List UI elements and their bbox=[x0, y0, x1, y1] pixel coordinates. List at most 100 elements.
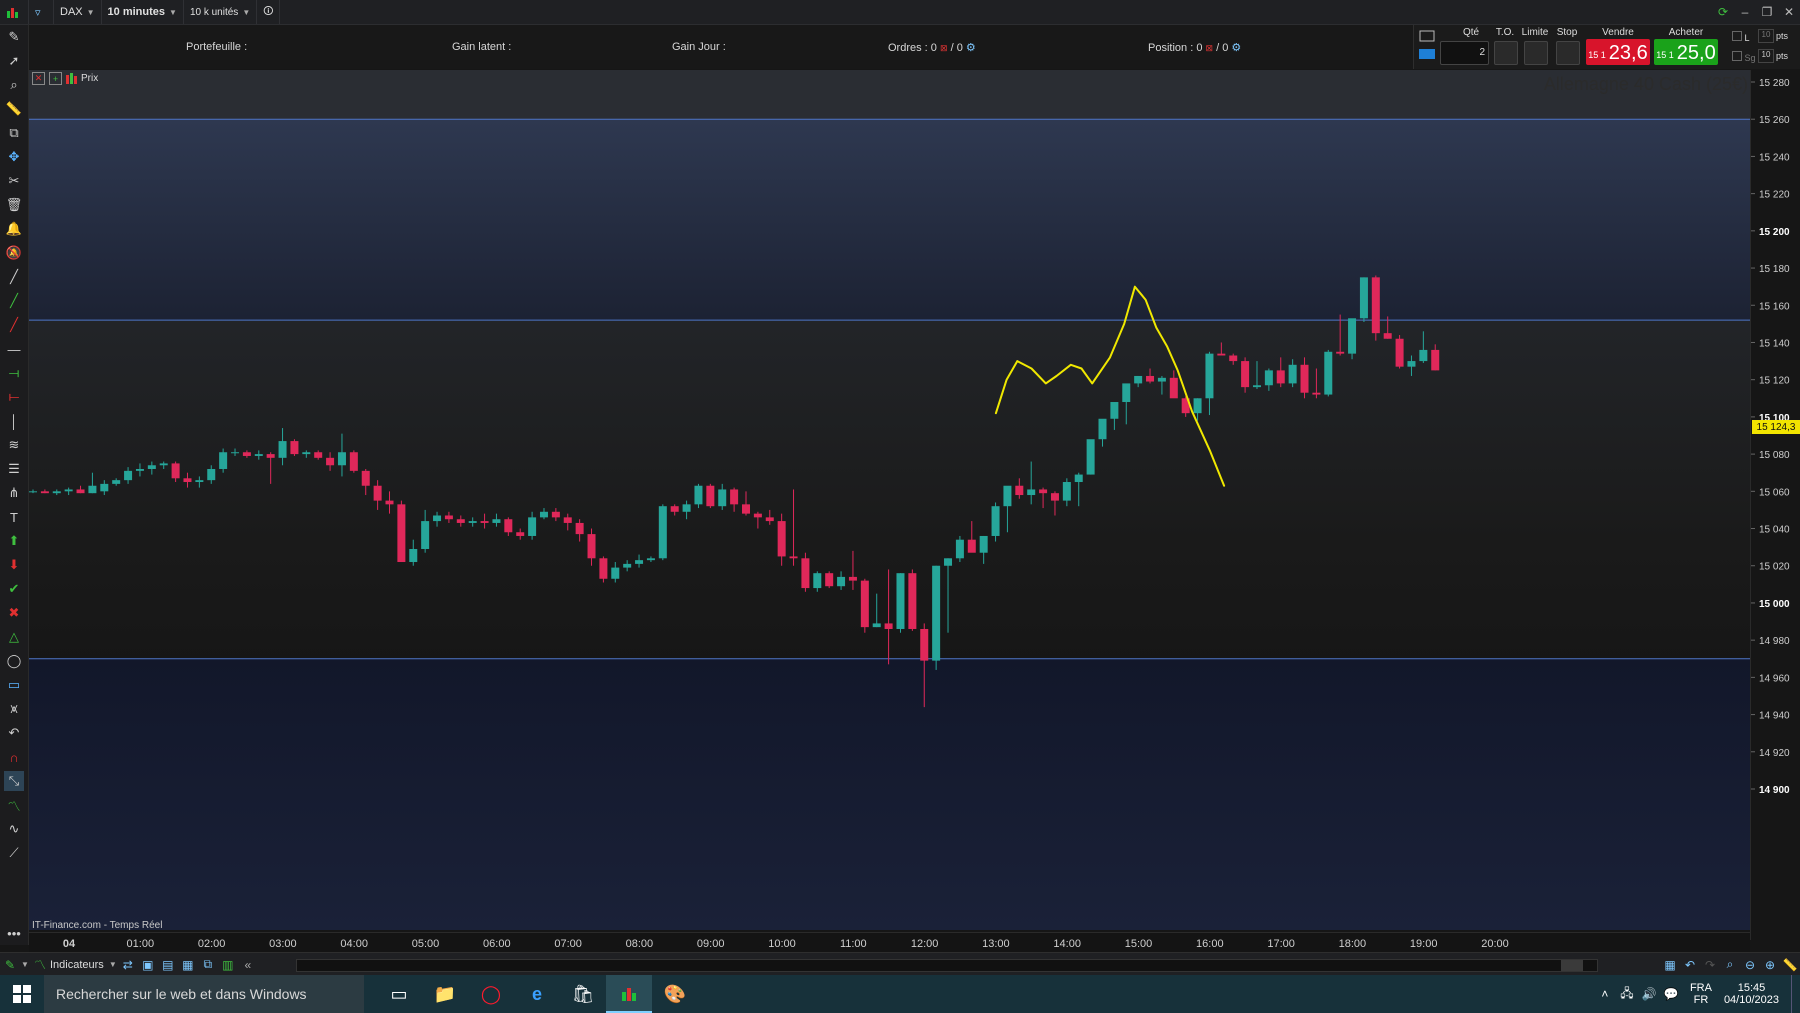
grid-icon[interactable]: ▦ bbox=[178, 955, 198, 975]
price-chart[interactable] bbox=[29, 70, 1750, 930]
redo-icon[interactable]: ↷ bbox=[1700, 955, 1720, 975]
share-icon[interactable]: ⇄ bbox=[118, 955, 138, 975]
stop-guaranteed-checkbox-group[interactable]: Sg bbox=[1732, 51, 1756, 63]
support-line-icon[interactable]: ⟞ bbox=[4, 363, 24, 383]
arrow-down-icon[interactable]: ⬇ bbox=[4, 555, 24, 575]
rectangle-icon[interactable]: ▭ bbox=[4, 675, 24, 695]
calendar-icon[interactable]: ▦ bbox=[1660, 955, 1680, 975]
store-icon[interactable]: 🛍 bbox=[560, 975, 606, 1013]
cursor-magnet-icon[interactable]: ⤡ bbox=[4, 771, 24, 791]
task-view-icon[interactable]: ▭ bbox=[376, 975, 422, 1013]
app-logo-icon[interactable] bbox=[0, 0, 29, 24]
brush-icon[interactable]: ⟋ bbox=[4, 843, 24, 863]
double-chevron-left-icon[interactable]: « bbox=[238, 955, 258, 975]
chart-scrollbar[interactable] bbox=[296, 959, 1598, 972]
red-line-icon[interactable]: ╱ bbox=[4, 315, 24, 335]
window-icon[interactable]: ⧉ bbox=[198, 955, 218, 975]
green-line-icon[interactable]: ╱ bbox=[4, 291, 24, 311]
time-axis[interactable]: 0401:0002:0003:0004:0005:0006:0007:0008:… bbox=[29, 932, 1750, 953]
table-icon[interactable]: ▤ bbox=[158, 955, 178, 975]
volume-icon[interactable]: 🔊 bbox=[1638, 987, 1660, 1001]
triangle-icon[interactable]: △ bbox=[4, 627, 24, 647]
wave-icon[interactable]: ∿ bbox=[4, 819, 24, 839]
minimize-icon[interactable]: – bbox=[1734, 5, 1756, 19]
undo-drawing-icon[interactable]: ↶ bbox=[4, 723, 24, 743]
pattern-icon[interactable]: ⩙ bbox=[4, 699, 24, 719]
close-chart-icon[interactable]: ✕ bbox=[32, 72, 45, 85]
draw-icon[interactable]: ✎ bbox=[0, 955, 20, 975]
limit-pts-input[interactable]: 10 bbox=[1758, 29, 1774, 43]
to-order-button[interactable] bbox=[1494, 41, 1518, 65]
indicators-icon[interactable]: 〽 bbox=[30, 955, 50, 975]
copy-icon[interactable]: ⧉ bbox=[4, 123, 24, 143]
position-settings-icon[interactable]: ⚙ bbox=[1231, 42, 1241, 54]
stop-order-button[interactable] bbox=[1556, 41, 1580, 65]
chevron-down-icon[interactable]: ▼ bbox=[108, 955, 118, 975]
opera-icon[interactable]: ◯ bbox=[468, 975, 514, 1013]
horizontal-line-icon[interactable]: — bbox=[4, 339, 24, 359]
more-icon[interactable]: ••• bbox=[4, 923, 24, 943]
price-series-icon[interactable] bbox=[66, 73, 77, 84]
paint-icon[interactable]: 🎨 bbox=[652, 975, 698, 1013]
notifications-icon[interactable]: 💬 bbox=[1660, 987, 1682, 1001]
trash-icon[interactable]: 🗑 bbox=[4, 195, 24, 215]
instrument-selector[interactable]: DAX▼ bbox=[54, 0, 102, 24]
windows-start-icon[interactable] bbox=[0, 975, 44, 1013]
network-icon[interactable]: 🖧 bbox=[1616, 984, 1638, 1005]
units-selector[interactable]: 10 k unités▼ bbox=[184, 0, 257, 24]
file-explorer-icon[interactable]: 📁 bbox=[422, 975, 468, 1013]
chart-icon[interactable]: ▥ bbox=[218, 955, 238, 975]
edge-icon[interactable]: e bbox=[514, 975, 560, 1013]
limit-order-button[interactable] bbox=[1524, 41, 1548, 65]
channel-icon[interactable]: ≋ bbox=[4, 435, 24, 455]
fibonacci-icon[interactable]: ☰ bbox=[4, 459, 24, 479]
menu-icon[interactable]: ▿ bbox=[29, 0, 54, 24]
arrow-up-icon[interactable]: ⬆ bbox=[4, 531, 24, 551]
ellipse-icon[interactable]: ◯ bbox=[4, 651, 24, 671]
indicators-button[interactable]: Indicateurs bbox=[50, 959, 104, 971]
zoom-out-icon[interactable]: ⊖ bbox=[1740, 955, 1760, 975]
close-position-icon[interactable]: ⊠ bbox=[1206, 43, 1214, 53]
quantity-input[interactable]: 2 bbox=[1440, 41, 1489, 65]
chevron-down-icon[interactable]: ▼ bbox=[20, 955, 30, 975]
sell-button[interactable]: 15 123,6 bbox=[1586, 39, 1650, 65]
ruler-icon[interactable]: 📏 bbox=[1780, 955, 1800, 975]
magnet-icon[interactable]: ∩ bbox=[4, 747, 24, 767]
cross-icon[interactable]: ✖ bbox=[4, 603, 24, 623]
show-desktop-button[interactable] bbox=[1791, 975, 1800, 1013]
trading-app-icon[interactable] bbox=[606, 975, 652, 1013]
orders-settings-icon[interactable]: ⚙ bbox=[966, 42, 976, 54]
stop-pts-input[interactable]: 10 bbox=[1758, 49, 1774, 63]
comment-icon[interactable]: ▣ bbox=[138, 955, 158, 975]
limit-checkbox-group[interactable]: L bbox=[1732, 31, 1750, 43]
tools-icon[interactable]: ✂ bbox=[4, 171, 24, 191]
close-icon[interactable]: ✕ bbox=[1778, 5, 1800, 19]
pencil-icon[interactable]: ✎ bbox=[4, 27, 24, 47]
trendline-icon[interactable]: ╱ bbox=[4, 267, 24, 287]
info-icon[interactable]: 🛈 bbox=[257, 0, 280, 24]
chevron-up-icon[interactable]: ˄ bbox=[1594, 987, 1616, 1001]
buy-button[interactable]: 15 125,0 bbox=[1654, 39, 1718, 65]
cursor-icon[interactable]: ➚ bbox=[4, 51, 24, 71]
timeframe-selector[interactable]: 10 minutes▼ bbox=[102, 0, 184, 24]
move-icon[interactable]: ✥ bbox=[4, 147, 24, 167]
vertical-line-icon[interactable]: │ bbox=[4, 411, 24, 431]
taskbar-search[interactable]: Rechercher sur le web et dans Windows bbox=[44, 975, 364, 1013]
ruler-icon[interactable]: 📏 bbox=[4, 99, 24, 119]
scrollbar-thumb[interactable] bbox=[1561, 960, 1583, 971]
add-chart-icon[interactable]: + bbox=[49, 72, 62, 85]
zoom-in-icon[interactable]: ⊕ bbox=[1760, 955, 1780, 975]
text-icon[interactable]: T bbox=[4, 507, 24, 527]
zoom-icon[interactable]: ⌕ bbox=[4, 75, 24, 95]
check-icon[interactable]: ✔ bbox=[4, 579, 24, 599]
alert-icon[interactable]: 🔔 bbox=[4, 219, 24, 239]
resistance-line-icon[interactable]: ⟝ bbox=[4, 387, 24, 407]
price-axis[interactable]: 15 28015 26015 24015 22015 20015 18015 1… bbox=[1750, 70, 1800, 940]
refresh-icon[interactable]: ⟳ bbox=[1712, 5, 1734, 19]
bell-icon[interactable]: 🔕 bbox=[4, 243, 24, 263]
pitchfork-icon[interactable]: ⋔ bbox=[4, 483, 24, 503]
indicator-icon[interactable]: 〽 bbox=[4, 795, 24, 815]
order-ticket-icon[interactable] bbox=[1417, 29, 1437, 63]
undo-icon[interactable]: ↶ bbox=[1680, 955, 1700, 975]
restore-icon[interactable]: ❐ bbox=[1756, 5, 1778, 19]
